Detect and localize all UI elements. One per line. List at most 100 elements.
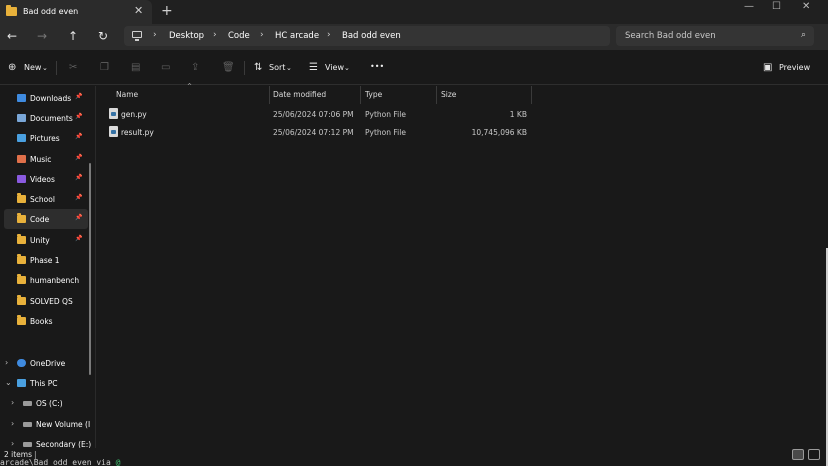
pin-icon: 📌 bbox=[75, 235, 83, 242]
column-divider[interactable] bbox=[531, 86, 532, 104]
sidebar-item-school[interactable]: School 📌 bbox=[0, 189, 88, 209]
terminal-glyph: @ bbox=[115, 458, 121, 466]
copy-icon[interactable]: ❐ bbox=[100, 62, 109, 73]
sidebar-item-code[interactable]: Code 📌 bbox=[4, 209, 88, 229]
more-options-button[interactable]: ••• bbox=[370, 62, 384, 71]
file-size: 10,745,096 KB bbox=[471, 128, 527, 137]
table-row[interactable]: gen.py 25/06/2024 07:06 PM Python File 1… bbox=[106, 106, 532, 123]
folder-icon bbox=[17, 213, 26, 223]
sidebar-item-books[interactable]: Books bbox=[0, 311, 88, 331]
sidebar-item-new-volume-i[interactable]: › New Volume (I bbox=[0, 414, 91, 434]
delete-icon[interactable]: 🗑 bbox=[222, 62, 235, 73]
close-window-button[interactable]: ✕ bbox=[802, 1, 810, 12]
chevron-right-icon[interactable]: › bbox=[11, 419, 14, 428]
sidebar-item-documents[interactable]: Documents 📌 bbox=[0, 108, 88, 128]
column-header-name[interactable]: Name bbox=[116, 90, 138, 99]
tab-bad-odd-even[interactable]: Bad odd even ✕ bbox=[0, 0, 152, 24]
video-icon bbox=[17, 175, 26, 183]
address-bar[interactable]: › Desktop › Code › HC arcade › Bad odd e… bbox=[124, 26, 610, 46]
column-divider[interactable] bbox=[436, 86, 437, 104]
sidebar-item-label: Code bbox=[30, 215, 50, 224]
chevron-down-icon: ⌄ bbox=[344, 64, 350, 72]
column-header-size[interactable]: Size bbox=[441, 90, 456, 99]
breadcrumb-bad-odd-even[interactable]: Bad odd even bbox=[342, 31, 401, 41]
divider bbox=[244, 61, 245, 75]
details-view-icon[interactable] bbox=[792, 449, 804, 460]
python-file-icon bbox=[109, 108, 118, 119]
sidebar-item-unity[interactable]: Unity 📌 bbox=[0, 230, 88, 250]
sidebar-scrollbar[interactable] bbox=[89, 163, 91, 375]
rename-icon[interactable]: ▭ bbox=[161, 62, 170, 73]
forward-button[interactable]: → bbox=[37, 29, 47, 43]
chevron-down-icon[interactable]: ⌄ bbox=[5, 378, 12, 387]
sidebar-item-label: School bbox=[30, 195, 55, 204]
file-date: 25/06/2024 07:12 PM bbox=[273, 128, 354, 137]
refresh-button[interactable]: ↻ bbox=[98, 29, 108, 43]
view-button[interactable]: View bbox=[325, 63, 344, 72]
drive-icon bbox=[23, 422, 32, 427]
search-input[interactable]: Search Bad odd even bbox=[625, 31, 716, 41]
pin-icon: 📌 bbox=[75, 93, 83, 100]
preview-pane-icon: ▣ bbox=[763, 62, 773, 73]
up-button[interactable]: ↑ bbox=[68, 29, 78, 43]
file-type: Python File bbox=[365, 110, 406, 119]
table-row[interactable]: result.py 25/06/2024 07:12 PM Python Fil… bbox=[106, 124, 532, 141]
sidebar-item-downloads[interactable]: Downloads 📌 bbox=[0, 88, 88, 108]
sidebar-item-label: OS (C:) bbox=[36, 399, 63, 408]
column-divider[interactable] bbox=[269, 86, 270, 104]
breadcrumb-desktop[interactable]: Desktop bbox=[169, 31, 204, 41]
new-button[interactable]: New bbox=[24, 63, 41, 72]
sort-ascending-icon: ^ bbox=[187, 83, 193, 90]
sidebar-item-label: Unity bbox=[30, 236, 50, 245]
pin-icon: 📌 bbox=[75, 154, 83, 161]
sidebar-item-label: Videos bbox=[30, 175, 55, 184]
folder-icon bbox=[6, 5, 17, 16]
pin-icon: 📌 bbox=[75, 113, 83, 120]
file-list: ^ Name Date modified Type Size gen.py 25… bbox=[96, 83, 828, 448]
tab-close-icon[interactable]: ✕ bbox=[134, 4, 143, 17]
file-size: 1 KB bbox=[509, 110, 527, 119]
paste-icon[interactable]: ▤ bbox=[131, 62, 140, 73]
sidebar-item-label: New Volume (I bbox=[36, 420, 91, 429]
search-box[interactable]: Search Bad odd even ⌕ bbox=[616, 26, 814, 46]
folder-icon bbox=[17, 295, 26, 305]
sidebar-item-humanbench[interactable]: humanbench bbox=[0, 270, 88, 290]
new-tab-button[interactable]: + bbox=[161, 3, 173, 19]
column-header-type[interactable]: Type bbox=[365, 90, 382, 99]
pin-icon: 📌 bbox=[75, 214, 83, 221]
back-button[interactable]: ← bbox=[7, 29, 17, 43]
preview-button[interactable]: Preview bbox=[779, 63, 810, 72]
file-date: 25/06/2024 07:06 PM bbox=[273, 110, 354, 119]
sidebar-item-phase-1[interactable]: Phase 1 bbox=[0, 250, 88, 270]
sidebar-item-label: OneDrive bbox=[30, 359, 66, 368]
column-header-date-modified[interactable]: Date modified bbox=[273, 90, 326, 99]
pin-icon: 📌 bbox=[75, 174, 83, 181]
sort-icon: ⇅ bbox=[254, 62, 263, 73]
chevron-right-icon[interactable]: › bbox=[5, 358, 8, 367]
sidebar-item-this-pc[interactable]: ⌄ This PC bbox=[0, 373, 88, 393]
column-divider[interactable] bbox=[360, 86, 361, 104]
sidebar-item-onedrive[interactable]: › OneDrive bbox=[0, 353, 88, 373]
pin-icon: 📌 bbox=[75, 133, 83, 140]
sidebar-item-label: SOLVED QS bbox=[30, 297, 73, 306]
sidebar-item-solved-qs[interactable]: SOLVED QS bbox=[0, 291, 88, 311]
download-icon bbox=[17, 94, 26, 102]
sidebar-item-videos[interactable]: Videos 📌 bbox=[0, 169, 88, 189]
computer-icon bbox=[132, 31, 142, 41]
chevron-right-icon[interactable]: › bbox=[11, 398, 14, 407]
sidebar-item-pictures[interactable]: Pictures 📌 bbox=[0, 128, 88, 148]
chevron-right-icon[interactable]: › bbox=[11, 439, 14, 448]
terminal-text: arcade\Bad odd even via @ bbox=[0, 458, 120, 466]
maximize-button[interactable]: ☐ bbox=[772, 1, 781, 12]
sidebar-item-music[interactable]: Music 📌 bbox=[0, 149, 88, 169]
share-icon[interactable]: ⇪ bbox=[191, 62, 199, 73]
file-type: Python File bbox=[365, 128, 406, 137]
breadcrumb-hc-arcade[interactable]: HC arcade bbox=[275, 31, 319, 41]
minimize-button[interactable]: — bbox=[744, 1, 754, 12]
sidebar-item-os-c-[interactable]: › OS (C:) bbox=[0, 393, 88, 413]
cut-icon[interactable]: ✂ bbox=[69, 62, 77, 73]
sort-button[interactable]: Sort bbox=[269, 63, 285, 72]
breadcrumb-code[interactable]: Code bbox=[228, 31, 250, 41]
divider bbox=[56, 61, 57, 75]
tiles-view-icon[interactable] bbox=[808, 449, 820, 460]
